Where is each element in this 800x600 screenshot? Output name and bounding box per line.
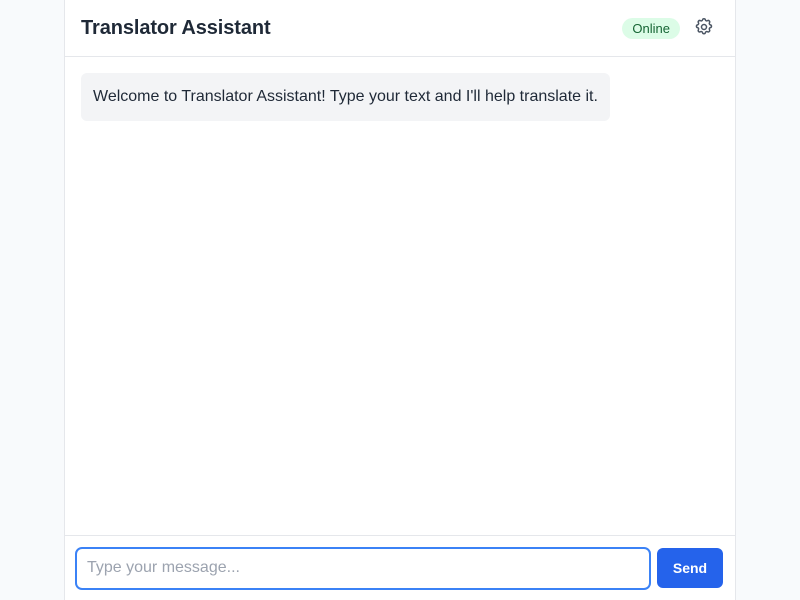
- send-button[interactable]: Send: [657, 548, 723, 588]
- chat-app: Translator Assistant Online Welcome to T…: [64, 0, 736, 600]
- message-list: Welcome to Translator Assistant! Type yo…: [65, 57, 735, 535]
- composer: Send: [65, 535, 735, 600]
- settings-button[interactable]: [694, 17, 714, 40]
- gear-icon: [694, 17, 714, 40]
- message-input[interactable]: [75, 546, 651, 590]
- header-actions: Online: [622, 17, 714, 40]
- header: Translator Assistant Online: [65, 0, 735, 57]
- status-badge: Online: [622, 17, 680, 39]
- app-title: Translator Assistant: [81, 16, 271, 39]
- assistant-message: Welcome to Translator Assistant! Type yo…: [81, 73, 610, 121]
